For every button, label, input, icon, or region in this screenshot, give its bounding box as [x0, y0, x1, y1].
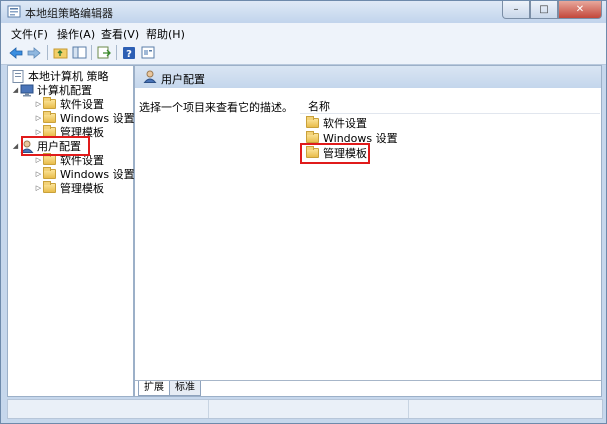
menu-file[interactable]: 文件(F) — [11, 26, 48, 42]
export-list-icon[interactable] — [96, 44, 113, 61]
status-cell — [208, 400, 209, 418]
collapsed-arrow-icon[interactable]: ▷ — [34, 184, 43, 192]
computer-icon — [20, 84, 34, 97]
tree-root[interactable]: 本地计算机 策略 — [11, 69, 109, 83]
expanded-arrow-icon[interactable]: ◢ — [11, 142, 20, 150]
details-pane: 用户配置 选择一个项目来查看它的描述。 名称 软件设置 Windows 设置 管… — [134, 65, 602, 397]
collapsed-arrow-icon[interactable]: ▷ — [34, 128, 43, 136]
svg-text:?: ? — [126, 49, 132, 60]
column-header-name[interactable]: 名称 — [300, 94, 600, 114]
toolbar: ? — [1, 42, 606, 65]
tab-extended[interactable]: 扩展 — [138, 381, 170, 396]
properties-icon[interactable] — [139, 44, 156, 61]
details-header: 用户配置 — [135, 66, 601, 88]
folder-icon — [43, 167, 56, 179]
forward-arrow-icon[interactable] — [25, 44, 42, 61]
tree-item-computer-windows[interactable]: ▷ Windows 设置 — [34, 111, 135, 125]
tab-standard[interactable]: 标准 — [169, 381, 201, 396]
tree-item-label: 管理模板 — [60, 182, 104, 195]
show-hide-tree-icon[interactable] — [71, 44, 88, 61]
policy-document-icon — [11, 69, 25, 83]
app-window: 本地组策略编辑器 – □ ✕ 文件(F) 操作(A) 查看(V) 帮助(H) ?… — [0, 0, 607, 424]
help-icon[interactable]: ? — [120, 44, 137, 61]
folder-icon — [306, 116, 319, 128]
description-text: 选择一个项目来查看它的描述。 — [139, 101, 293, 114]
tree-item-user-windows[interactable]: ▷ Windows 设置 — [34, 167, 135, 181]
user-icon — [143, 70, 157, 83]
collapsed-arrow-icon[interactable]: ▷ — [34, 114, 43, 122]
maximize-button[interactable]: □ — [530, 1, 558, 19]
status-bar — [7, 399, 603, 419]
back-arrow-icon[interactable] — [7, 44, 24, 61]
close-button[interactable]: ✕ — [558, 1, 602, 19]
list-item-software[interactable]: 软件设置 — [306, 116, 367, 130]
highlight-admin-templates — [300, 143, 370, 164]
up-folder-icon[interactable] — [52, 44, 69, 61]
tree-item-computer-config[interactable]: ◢ 计算机配置 — [11, 83, 92, 97]
title-bar[interactable]: 本地组策略编辑器 – □ ✕ — [1, 1, 606, 23]
folder-icon — [43, 181, 56, 193]
details-title: 用户配置 — [161, 73, 205, 86]
policy-editor-icon — [7, 5, 21, 18]
list-item-label: 软件设置 — [323, 117, 367, 130]
menu-bar: 文件(F) 操作(A) 查看(V) 帮助(H) — [1, 23, 606, 43]
tree-item-computer-software[interactable]: ▷ 软件设置 — [34, 97, 104, 111]
minimize-button[interactable]: – — [502, 1, 530, 19]
folder-icon — [43, 153, 56, 165]
menu-help[interactable]: 帮助(H) — [146, 26, 185, 42]
expanded-arrow-icon[interactable]: ◢ — [11, 86, 20, 94]
status-cell — [408, 400, 409, 418]
column-name-label: 名称 — [308, 100, 330, 113]
folder-icon — [43, 97, 56, 109]
folder-icon — [306, 131, 319, 143]
tree-item-user-admin[interactable]: ▷ 管理模板 — [34, 181, 104, 195]
view-tabs: 扩展 标准 — [135, 380, 601, 396]
folder-icon — [43, 111, 56, 123]
collapsed-arrow-icon[interactable]: ▷ — [34, 100, 43, 108]
menu-view[interactable]: 查看(V) — [101, 26, 139, 42]
menu-action[interactable]: 操作(A) — [57, 26, 95, 42]
window-title: 本地组策略编辑器 — [25, 7, 113, 20]
collapsed-arrow-icon[interactable]: ▷ — [34, 156, 43, 164]
tree-pane[interactable]: 本地计算机 策略 ◢ 计算机配置 ▷ 软件设置 ▷ Windows 设置 ▷ 管… — [7, 65, 135, 397]
collapsed-arrow-icon[interactable]: ▷ — [34, 170, 43, 178]
highlight-user-config — [21, 136, 90, 156]
